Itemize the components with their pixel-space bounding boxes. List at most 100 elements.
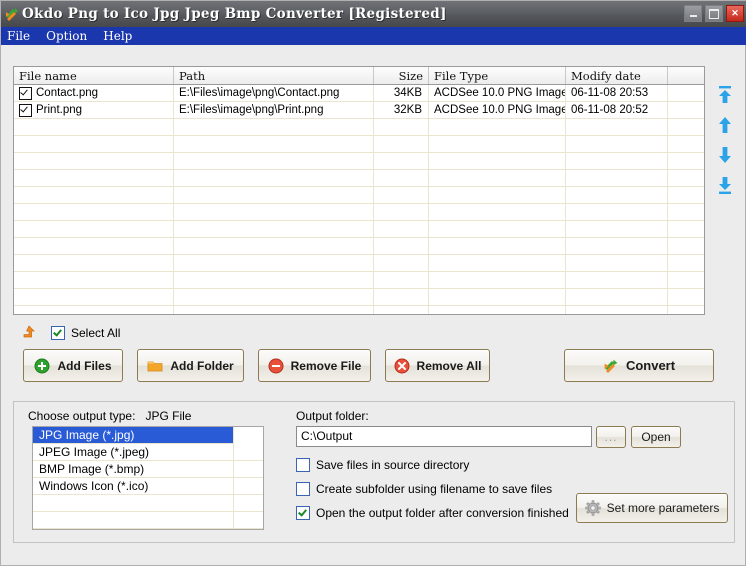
- column-header-extra[interactable]: [668, 67, 704, 84]
- column-header-modify-date[interactable]: Modify date: [566, 67, 668, 84]
- choose-output-type-row: Choose output type: JPG File: [28, 409, 191, 423]
- cell-empty: [668, 204, 704, 220]
- cell-size: 34KB: [374, 85, 429, 101]
- select-all-checkbox[interactable]: [51, 326, 65, 340]
- row-checkbox[interactable]: [19, 86, 32, 100]
- choose-output-type-label: Choose output type:: [28, 409, 136, 423]
- column-header-path[interactable]: Path: [174, 67, 374, 84]
- gear-icon: [584, 500, 601, 516]
- set-more-parameters-button[interactable]: Set more parameters: [576, 493, 728, 523]
- cell-empty: [374, 153, 429, 169]
- cell-empty: [566, 153, 668, 169]
- option-save-in-source-directory[interactable]: Save files in source directory: [296, 457, 469, 473]
- table-row-empty[interactable]: [14, 238, 704, 255]
- file-name-text: Contact.png: [36, 87, 99, 99]
- close-button[interactable]: ✕: [726, 5, 744, 22]
- file-list[interactable]: File name Path Size File Type Modify dat…: [13, 66, 705, 315]
- table-row-empty[interactable]: [14, 221, 704, 238]
- create-subfolder-checkbox[interactable]: [296, 482, 310, 496]
- table-row-empty[interactable]: [14, 204, 704, 221]
- open-after-conversion-checkbox[interactable]: [296, 506, 310, 520]
- option-open-after-conversion[interactable]: Open the output folder after conversion …: [296, 505, 569, 521]
- cell-empty: [14, 136, 174, 152]
- cell-type: ACDSee 10.0 PNG Image: [429, 85, 566, 101]
- cell-empty: [668, 221, 704, 237]
- add-folder-button[interactable]: Add Folder: [137, 349, 244, 382]
- cell-path: E:\Files\image\png\Contact.png: [174, 85, 374, 101]
- cell-empty: [668, 136, 704, 152]
- cell-empty: [668, 289, 704, 305]
- cell-empty: [174, 238, 374, 254]
- convert-arrows-icon: [4, 6, 20, 22]
- column-header-file-name[interactable]: File name: [14, 67, 174, 84]
- cell-path: E:\Files\image\png\Print.png: [174, 102, 374, 118]
- cell-empty: [429, 289, 566, 305]
- browse-folder-button[interactable]: ...: [596, 426, 626, 448]
- table-row-empty[interactable]: [14, 170, 704, 187]
- output-folder-input[interactable]: C:\Output: [296, 426, 592, 447]
- menu-item-option[interactable]: Option: [46, 29, 96, 43]
- cell-empty: [374, 272, 429, 288]
- add-files-button[interactable]: Add Files: [23, 349, 123, 382]
- output-type-option[interactable]: JPG Image (*.jpg): [33, 427, 233, 444]
- output-type-option[interactable]: Windows Icon (*.ico): [33, 478, 263, 495]
- minimize-button[interactable]: [684, 5, 702, 22]
- cell-empty: [566, 272, 668, 288]
- menu-item-file[interactable]: File: [7, 29, 39, 43]
- table-row[interactable]: Print.png E:\Files\image\png\Print.png 32K…: [14, 102, 704, 119]
- table-row-empty[interactable]: [14, 255, 704, 272]
- move-down-button[interactable]: [715, 145, 735, 165]
- table-row-empty[interactable]: [14, 306, 704, 314]
- cell-extra: [668, 85, 704, 101]
- table-row-empty[interactable]: [14, 187, 704, 204]
- row-checkbox[interactable]: [19, 103, 32, 117]
- cell-empty: [174, 306, 374, 314]
- set-more-parameters-label: Set more parameters: [606, 501, 720, 515]
- move-to-top-button[interactable]: [715, 85, 735, 105]
- column-header-size[interactable]: Size: [374, 67, 429, 84]
- cell-empty: [566, 136, 668, 152]
- output-type-option[interactable]: BMP Image (*.bmp): [33, 461, 263, 478]
- move-up-button[interactable]: [715, 115, 735, 135]
- window-controls: ✕: [684, 5, 744, 22]
- cell-empty: [668, 306, 704, 314]
- table-row[interactable]: Contact.png E:\Files\image\png\Contact.pn…: [14, 85, 704, 102]
- remove-all-button[interactable]: Remove All: [385, 349, 490, 382]
- cell-name: Contact.png: [14, 85, 174, 101]
- table-row-empty[interactable]: [14, 272, 704, 289]
- close-circle-icon: [394, 358, 410, 374]
- menu-item-help[interactable]: Help: [103, 29, 141, 43]
- cell-empty: [174, 289, 374, 305]
- file-list-body[interactable]: Contact.png E:\Files\image\png\Contact.pn…: [14, 85, 704, 314]
- cell-empty: [429, 238, 566, 254]
- cell-empty: [174, 272, 374, 288]
- add-folder-label: Add Folder: [170, 358, 234, 373]
- option-create-subfolder[interactable]: Create subfolder using filename to save …: [296, 481, 552, 497]
- cell-empty: [14, 238, 174, 254]
- open-folder-button[interactable]: Open: [631, 426, 681, 448]
- parent-folder-arrow-icon[interactable]: [21, 325, 39, 341]
- table-row-empty[interactable]: [14, 136, 704, 153]
- table-row-empty[interactable]: [14, 153, 704, 170]
- file-list-header: File name Path Size File Type Modify dat…: [14, 67, 704, 85]
- title-bar: Okdo Png to Ico Jpg Jpeg Bmp Converter […: [1, 1, 746, 27]
- save-in-source-checkbox[interactable]: [296, 458, 310, 472]
- output-settings-group: Choose output type: JPG File JPG Image (…: [13, 401, 735, 543]
- move-to-bottom-button[interactable]: [715, 175, 735, 195]
- output-type-option-empty: [33, 512, 263, 529]
- cell-empty: [566, 204, 668, 220]
- cell-empty: [566, 306, 668, 314]
- cell-empty: [14, 255, 174, 271]
- table-row-empty[interactable]: [14, 119, 704, 136]
- output-type-option[interactable]: JPEG Image (*.jpeg): [33, 444, 263, 461]
- table-row-empty[interactable]: [14, 289, 704, 306]
- remove-file-button[interactable]: Remove File: [258, 349, 371, 382]
- output-type-list[interactable]: JPG Image (*.jpg) JPEG Image (*.jpeg) BMP …: [32, 426, 264, 530]
- cell-extra: [668, 102, 704, 118]
- maximize-button[interactable]: [705, 5, 723, 22]
- select-all-label: Select All: [71, 326, 121, 340]
- convert-button[interactable]: Convert: [564, 349, 714, 382]
- cell-empty: [429, 221, 566, 237]
- column-header-file-type[interactable]: File Type: [429, 67, 566, 84]
- cell-empty: [374, 238, 429, 254]
